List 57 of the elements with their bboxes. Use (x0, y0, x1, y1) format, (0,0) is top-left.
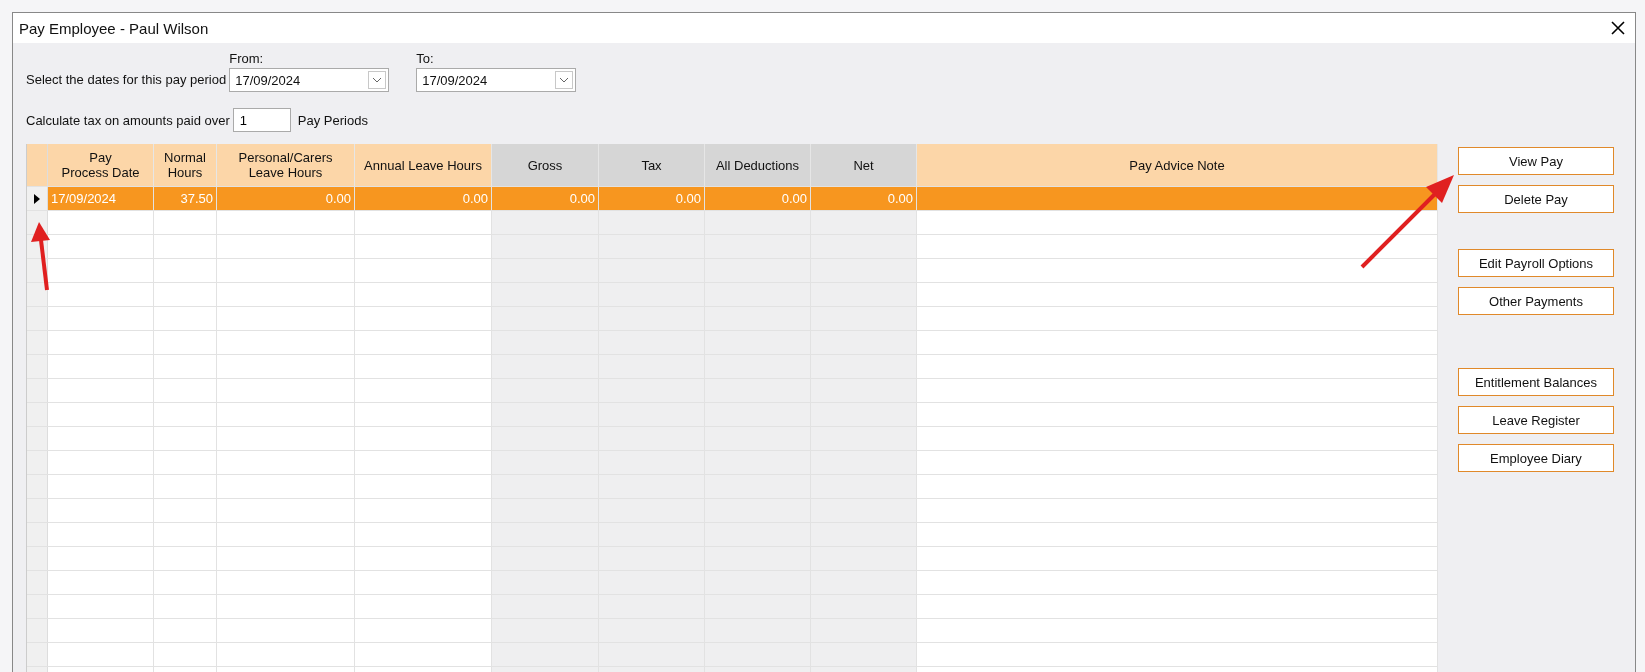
column-header[interactable]: Pay Advice Note (917, 144, 1438, 186)
column-header[interactable]: Personal/Carers Leave Hours (217, 144, 355, 186)
action-button[interactable]: Leave Register (1458, 406, 1614, 434)
empty-row[interactable] (27, 522, 1438, 546)
empty-row[interactable] (27, 378, 1438, 402)
action-button[interactable]: Other Payments (1458, 287, 1614, 315)
empty-row[interactable] (27, 594, 1438, 618)
current-row-icon (34, 193, 40, 204)
from-label: From: (229, 51, 265, 66)
table-cell: 0.00 (462, 191, 488, 206)
empty-row[interactable] (27, 234, 1438, 258)
tax-periods-label: Calculate tax on amounts paid over (26, 112, 230, 128)
action-button[interactable]: Employee Diary (1458, 444, 1614, 472)
empty-row[interactable] (27, 282, 1438, 306)
dropdown-icon[interactable] (368, 71, 387, 89)
pay-periods-label: Pay Periods (297, 112, 368, 128)
empty-row[interactable] (27, 642, 1438, 666)
from-date-picker[interactable]: 17/09/2024 (229, 68, 390, 92)
empty-row[interactable] (27, 450, 1438, 474)
column-header[interactable]: Pay Process Date (48, 144, 154, 186)
column-header[interactable]: Net (811, 144, 917, 186)
empty-row[interactable] (27, 570, 1438, 594)
table-cell: 0.00 (569, 191, 595, 206)
pay-periods-input[interactable]: 1 (232, 108, 291, 132)
empty-row[interactable] (27, 618, 1438, 642)
column-header[interactable]: All Deductions (705, 144, 811, 186)
empty-row[interactable] (27, 498, 1438, 522)
empty-row[interactable] (27, 306, 1438, 330)
pay-period-label: Select the dates for this pay period (26, 72, 227, 89)
table-cell: 0.00 (325, 191, 351, 206)
dropdown-icon[interactable] (555, 71, 574, 89)
empty-row[interactable] (27, 330, 1438, 354)
column-header[interactable]: Annual Leave Hours (355, 144, 492, 186)
column-header[interactable]: Gross (492, 144, 599, 186)
row-header[interactable] (27, 187, 48, 210)
action-button[interactable]: Entitlement Balances (1458, 368, 1614, 396)
corner-header (27, 144, 48, 186)
empty-row[interactable] (27, 546, 1438, 570)
column-header[interactable]: Normal Hours (154, 144, 217, 186)
empty-row[interactable] (27, 258, 1438, 282)
table-cell: 0.00 (887, 191, 913, 206)
to-date-picker[interactable]: 17/09/2024 (416, 68, 577, 92)
empty-row[interactable] (27, 402, 1438, 426)
table-cell: 0.00 (675, 191, 701, 206)
column-header[interactable]: Tax (599, 144, 705, 186)
action-button[interactable]: Edit Payroll Options (1458, 249, 1614, 277)
table-cell: 17/09/2024 (51, 191, 117, 206)
empty-row[interactable] (27, 426, 1438, 450)
empty-row[interactable] (27, 474, 1438, 498)
to-label: To: (416, 51, 435, 66)
table-cell: 37.50 (180, 191, 213, 206)
close-icon[interactable] (1611, 21, 1625, 35)
action-button[interactable]: Delete Pay (1458, 185, 1614, 213)
table-cell: 0.00 (781, 191, 807, 206)
empty-row[interactable] (27, 354, 1438, 378)
action-button[interactable]: View Pay (1458, 147, 1614, 175)
window-title: Pay Employee - Paul Wilson (19, 19, 209, 37)
